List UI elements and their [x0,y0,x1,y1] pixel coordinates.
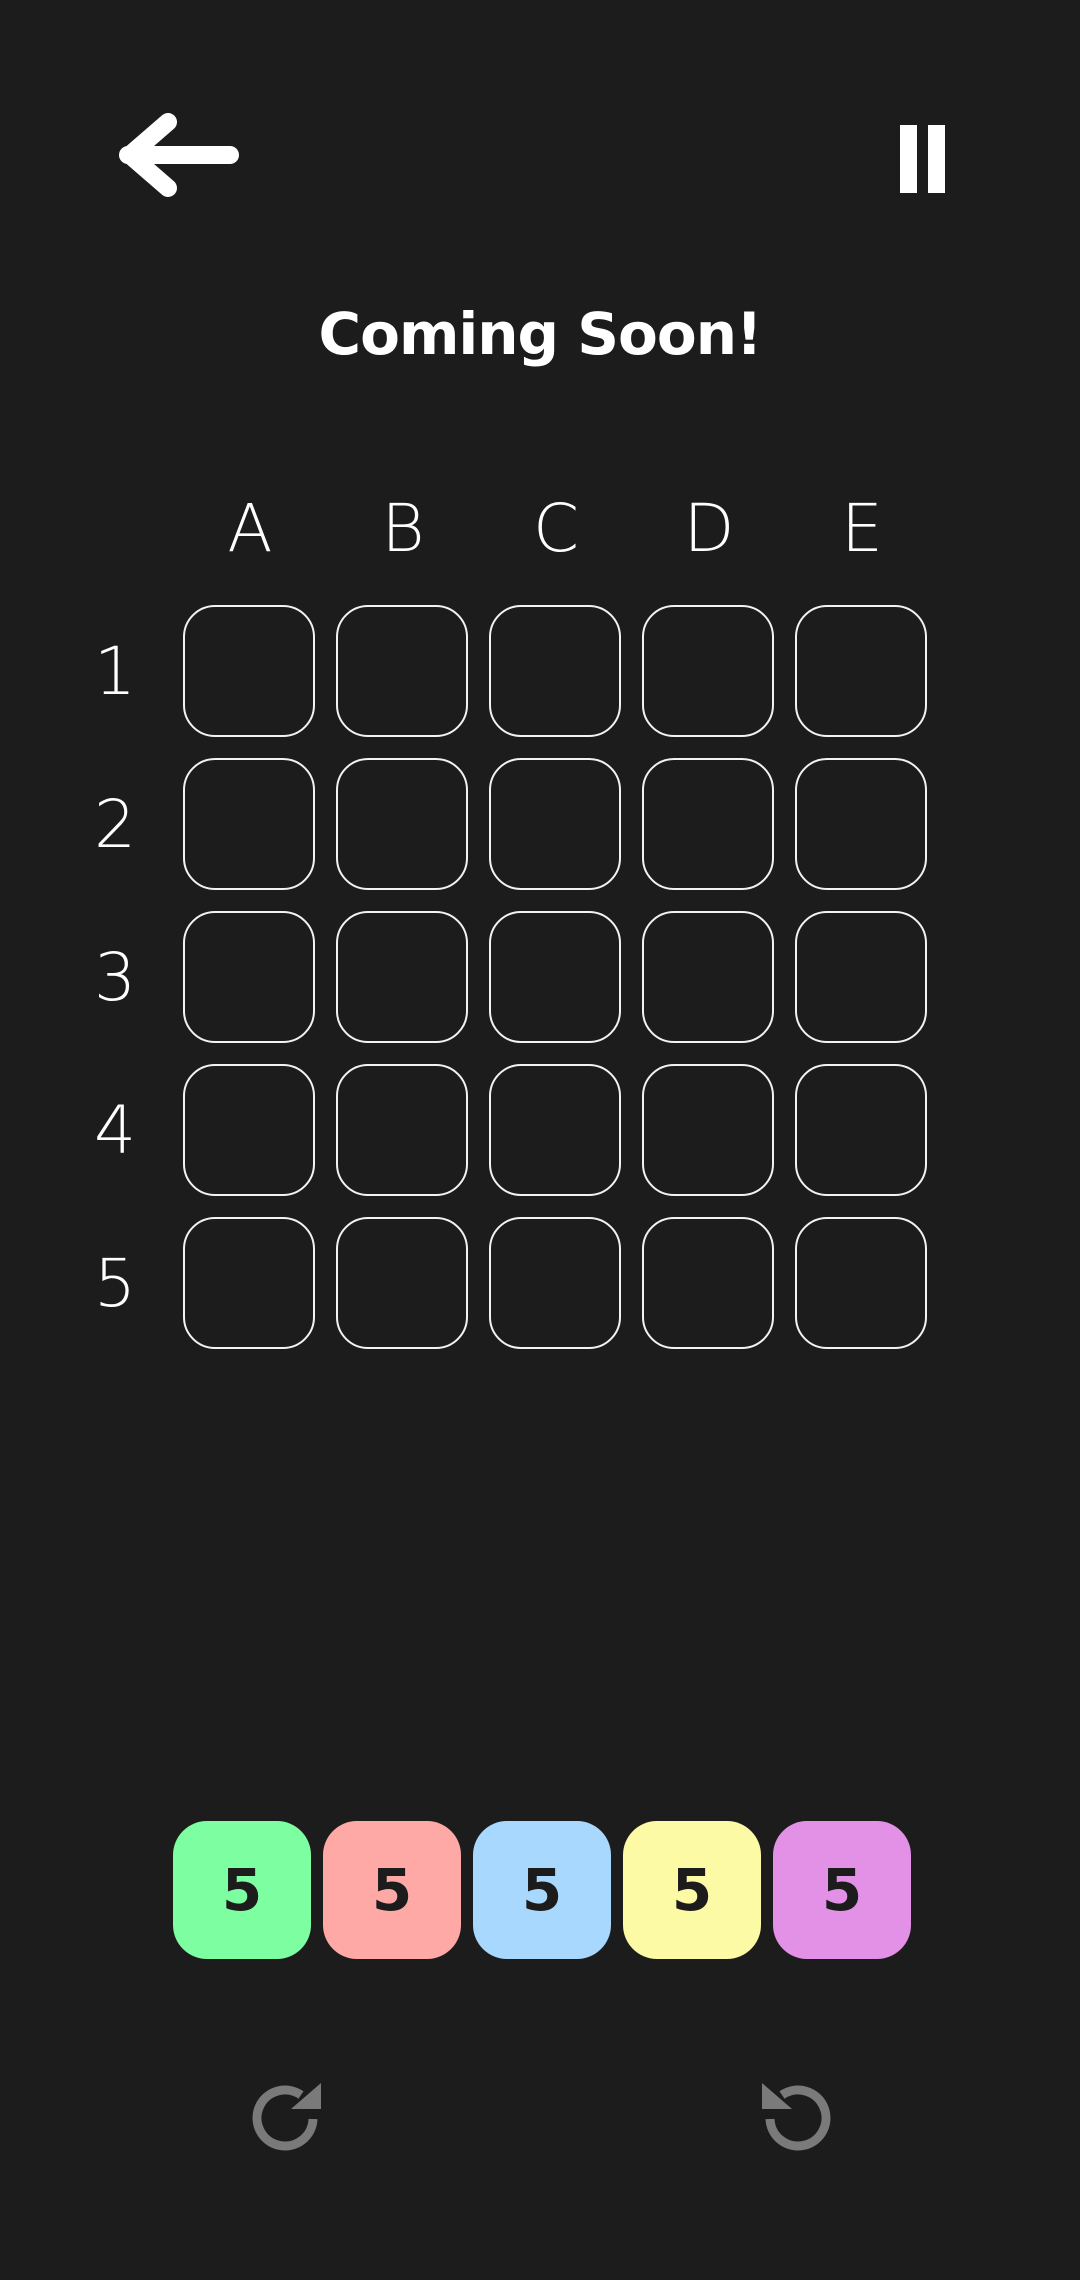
page-title: Coming Soon! [318,300,763,368]
tile-yellow[interactable]: 5 [623,1821,761,1959]
grid-cell-a2[interactable] [183,758,315,890]
grid-cell-c4[interactable] [489,1064,621,1196]
redo-icon [252,2083,321,2151]
row-label-4: 4 [94,1092,136,1169]
redo-button[interactable] [243,2075,331,2163]
grid-cell-b5[interactable] [336,1217,468,1349]
grid-cell-e2[interactable] [795,758,927,890]
row-label-3: 3 [94,939,136,1016]
grid-cell-a3[interactable] [183,911,315,1043]
arrow-left-icon [119,113,239,197]
column-label-c: C [532,490,580,567]
tile-green[interactable]: 5 [173,1821,311,1959]
grid-cell-c1[interactable] [489,605,621,737]
row-label-1: 1 [94,633,136,710]
grid-cell-e4[interactable] [795,1064,927,1196]
column-label-d: D [683,490,735,567]
grid-cell-a5[interactable] [183,1217,315,1349]
tile-count: 5 [371,1856,413,1924]
tile-blue[interactable]: 5 [473,1821,611,1959]
grid-cell-e1[interactable] [795,605,927,737]
grid-cell-c3[interactable] [489,911,621,1043]
grid-cell-d3[interactable] [642,911,774,1043]
row-label-5: 5 [94,1245,136,1322]
grid-cell-b4[interactable] [336,1064,468,1196]
tile-count: 5 [821,1856,863,1924]
column-label-b: B [381,490,425,567]
back-button[interactable] [118,110,248,200]
grid-cell-c2[interactable] [489,758,621,890]
tile-count: 5 [521,1856,563,1924]
tile-count: 5 [671,1856,713,1924]
pause-button[interactable] [880,115,960,200]
tile-red[interactable]: 5 [323,1821,461,1959]
column-label-e: E [841,490,883,567]
grid-cell-b2[interactable] [336,758,468,890]
grid-cell-d5[interactable] [642,1217,774,1349]
undo-button[interactable] [752,2075,840,2163]
row-label-2: 2 [94,786,136,863]
grid-cell-e5[interactable] [795,1217,927,1349]
grid-cell-a4[interactable] [183,1064,315,1196]
grid-cell-d1[interactable] [642,605,774,737]
tile-count: 5 [221,1856,263,1924]
grid-cell-a1[interactable] [183,605,315,737]
column-label-a: A [227,490,273,567]
undo-icon [762,2083,831,2151]
pause-icon [900,125,945,193]
grid-cell-d2[interactable] [642,758,774,890]
grid-cell-e3[interactable] [795,911,927,1043]
grid-cell-b1[interactable] [336,605,468,737]
grid-cell-c5[interactable] [489,1217,621,1349]
grid-cell-b3[interactable] [336,911,468,1043]
grid-cell-d4[interactable] [642,1064,774,1196]
tile-purple[interactable]: 5 [773,1821,911,1959]
